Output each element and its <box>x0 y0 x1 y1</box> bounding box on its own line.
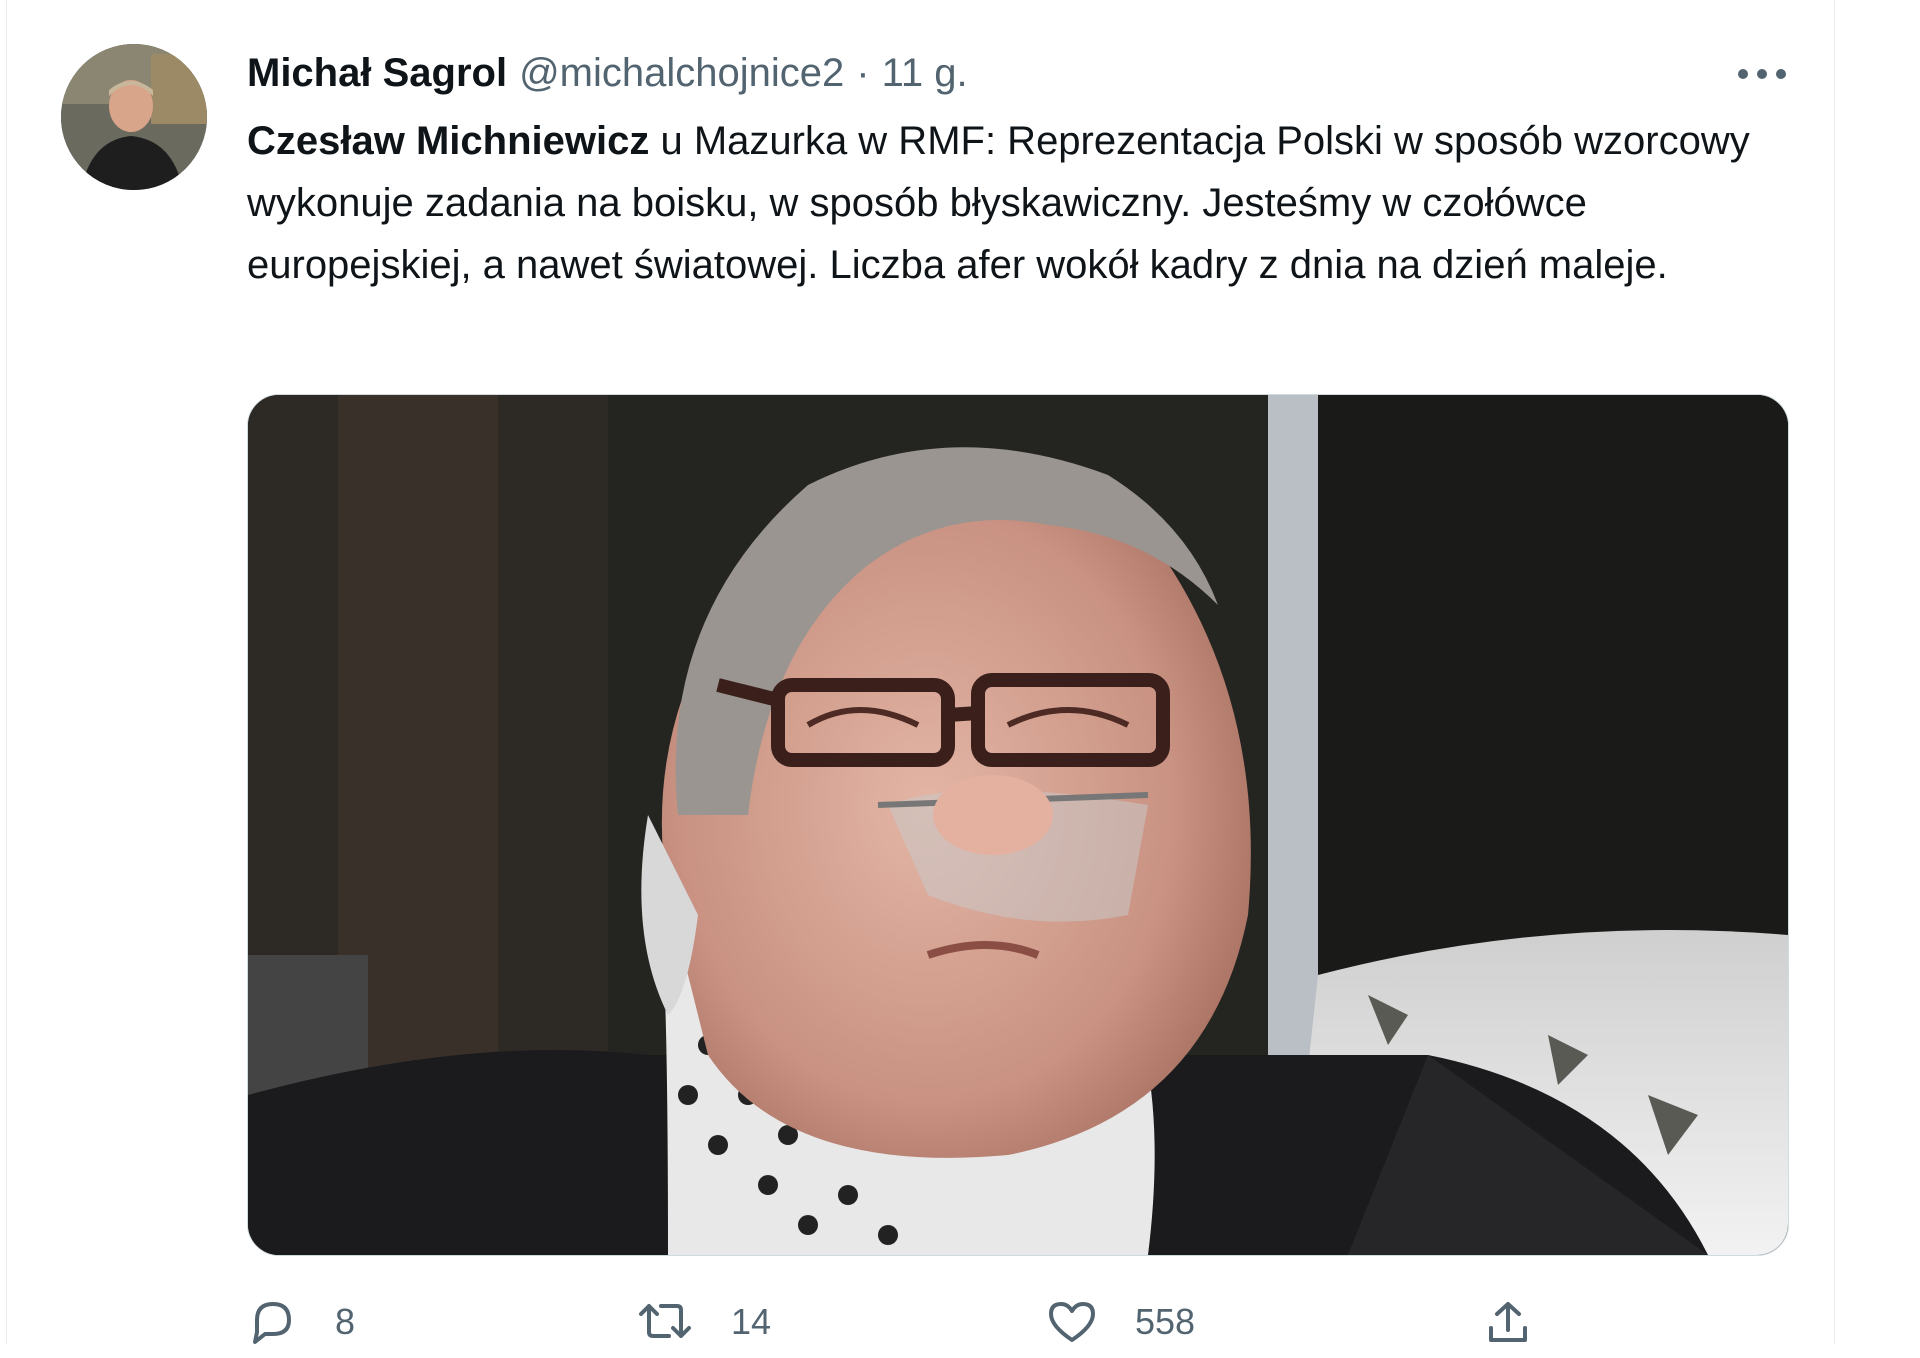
retweet-icon <box>639 1304 691 1338</box>
separator-dot: · <box>856 50 870 95</box>
share-button[interactable] <box>1485 1298 1531 1346</box>
retweet-count: 14 <box>731 1301 772 1342</box>
tweet-card[interactable]: Michał Sagrol @michalchojnice2 · 11 g. C… <box>6 0 1835 1344</box>
reply-count: 8 <box>335 1301 356 1342</box>
tweet-header: Michał Sagrol @michalchojnice2 · 11 g. <box>247 48 968 98</box>
avatar[interactable] <box>61 44 207 190</box>
share-icon <box>1489 1302 1527 1342</box>
avatar-photo <box>61 44 207 190</box>
reply-button[interactable]: 8 <box>247 1298 355 1346</box>
author-handle[interactable]: @michalchojnice2 <box>519 51 844 96</box>
retweet-button[interactable]: 14 <box>635 1298 771 1346</box>
more-horizontal-icon <box>1738 69 1786 79</box>
reply-icon <box>253 1302 291 1344</box>
tweet-actions: 8 14 558 <box>247 1298 1597 1358</box>
media-photo <box>248 395 1788 1255</box>
author-name[interactable]: Michał Sagrol <box>247 51 507 96</box>
tweet-text: Czesław Michniewicz u Mazurka w RMF: Rep… <box>247 110 1807 296</box>
like-count: 558 <box>1135 1301 1196 1342</box>
heart-icon <box>1049 1302 1095 1342</box>
tweet-mention: Czesław Michniewicz <box>247 119 650 163</box>
like-button[interactable]: 558 <box>1045 1298 1195 1346</box>
more-options-button[interactable] <box>1732 54 1792 94</box>
tweet-media-image[interactable] <box>247 394 1789 1256</box>
timestamp[interactable]: 11 g. <box>882 51 968 96</box>
